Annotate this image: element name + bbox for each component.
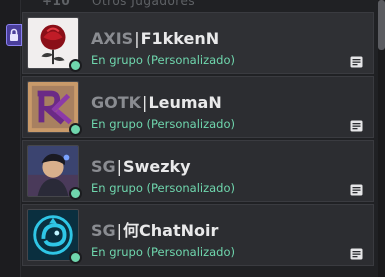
section-label: Otros Jugadores	[92, 0, 196, 8]
player-status: En grupo (Personalizado)	[91, 53, 235, 67]
player-tag: SG	[91, 221, 116, 240]
player-status: En grupo (Personalizado)	[91, 117, 235, 131]
player-row[interactable]: AXIS|F1kkenN En grupo (Personalizado)	[22, 12, 374, 74]
note-icon[interactable]	[350, 184, 363, 196]
player-tag: GOTK	[91, 93, 142, 112]
note-icon[interactable]	[350, 56, 363, 68]
player-row[interactable]: GOTK|LeumaN En grupo (Personalizado)	[22, 76, 374, 138]
player-row[interactable]: SG|Swezky En grupo (Personalizado)	[22, 140, 374, 202]
note-icon[interactable]	[350, 120, 363, 132]
note-icon[interactable]	[350, 248, 363, 260]
online-status-dot	[69, 187, 82, 200]
player-status: En grupo (Personalizado)	[91, 181, 235, 195]
player-status: En grupo (Personalizado)	[91, 245, 235, 259]
player-name: GOTK|LeumaN	[91, 93, 222, 112]
list-header: +10 Otros Jugadores	[0, 0, 385, 12]
online-status-dot	[69, 59, 82, 72]
player-tag: AXIS	[91, 29, 134, 48]
online-status-dot	[69, 251, 82, 264]
player-list: AXIS|F1kkenN En grupo (Personalizado) GO…	[22, 12, 374, 268]
player-username: LeumaN	[148, 93, 222, 112]
left-rail	[0, 0, 22, 277]
player-name: SG|Swezky	[91, 157, 191, 176]
player-username: 何ChatNoir	[123, 221, 219, 240]
player-username: Swezky	[123, 157, 191, 176]
player-name: AXIS|F1kkenN	[91, 29, 220, 48]
scrollbar-thumb[interactable]	[378, 0, 385, 50]
player-count: +10	[42, 0, 71, 8]
player-username: F1kkenN	[140, 29, 220, 48]
player-tag: SG	[91, 157, 116, 176]
party-lock-icon[interactable]	[6, 24, 22, 46]
online-status-dot	[69, 123, 82, 136]
player-name: SG|何ChatNoir	[91, 221, 219, 240]
scrollbar-track[interactable]	[378, 0, 385, 277]
player-row[interactable]: SG|何ChatNoir En grupo (Personalizado)	[22, 204, 374, 266]
